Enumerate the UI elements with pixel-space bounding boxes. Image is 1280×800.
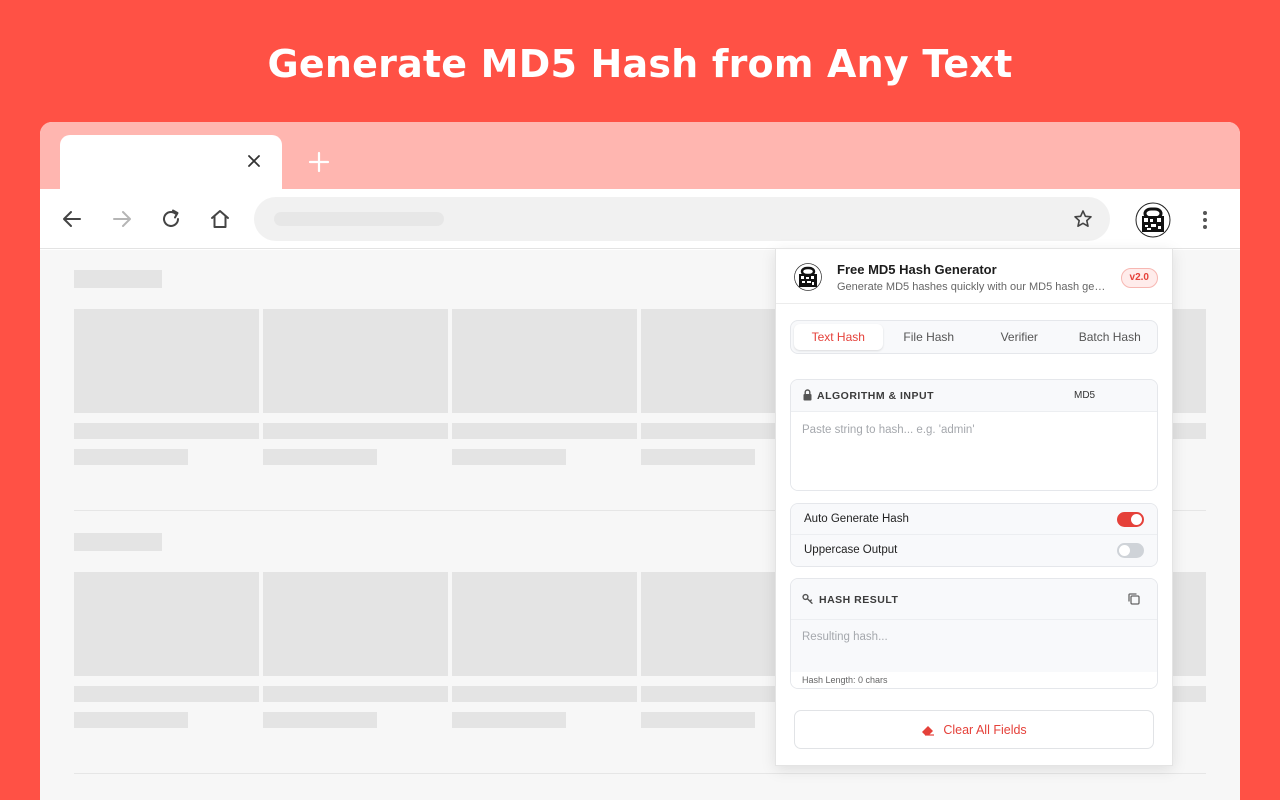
auto-generate-toggle[interactable] [1117, 512, 1144, 527]
skeleton-card [263, 309, 448, 413]
extension-icon[interactable] [1135, 202, 1171, 238]
lock-icon [803, 389, 812, 401]
skeleton-line [74, 686, 259, 702]
clear-all-label: Clear All Fields [943, 722, 1027, 737]
reload-icon[interactable] [157, 205, 185, 233]
result-card-header: HASH RESULT [791, 579, 1157, 620]
popup-header: Free MD5 Hash Generator Generate MD5 has… [776, 249, 1172, 304]
hash-result-output[interactable]: Resulting hash... [791, 620, 1157, 672]
headline: Generate MD5 Hash from Any Text [267, 42, 1013, 86]
skeleton-card [452, 309, 637, 413]
skeleton-line [74, 423, 259, 439]
tab-text-hash[interactable]: Text Hash [794, 324, 883, 350]
algorithm-select[interactable]: MD5 [1074, 390, 1095, 401]
skeleton-card [263, 572, 448, 676]
skeleton-line [263, 712, 377, 728]
input-card-header: ALGORITHM & INPUT MD5 [791, 380, 1157, 412]
tab-file-hash[interactable]: File Hash [885, 324, 974, 350]
extension-popup: Free MD5 Hash Generator Generate MD5 has… [775, 248, 1173, 766]
option-auto-generate: Auto Generate Hash [791, 504, 1157, 535]
skeleton-line [641, 712, 755, 728]
uppercase-toggle[interactable] [1117, 543, 1144, 558]
key-icon [802, 593, 813, 604]
skeleton-heading [74, 270, 162, 288]
input-card: ALGORITHM & INPUT MD5 [790, 379, 1158, 491]
section-divider [74, 773, 1206, 774]
skeleton-card [452, 572, 637, 676]
version-badge: v2.0 [1120, 268, 1158, 288]
skeleton-line [452, 423, 637, 439]
skeleton-line [1173, 423, 1206, 439]
browser-tab[interactable] [60, 135, 282, 189]
copy-icon[interactable] [1127, 592, 1141, 606]
hash-length: Hash Length: 0 chars [791, 672, 1157, 688]
skeleton-line [263, 449, 377, 465]
skeleton-card [1173, 309, 1206, 413]
result-card: HASH RESULT Resulting hash... Hash Lengt… [790, 578, 1158, 689]
skeleton-line [452, 686, 637, 702]
popup-subtitle: Generate MD5 hashes quickly with our MD5… [837, 281, 1107, 293]
star-icon[interactable] [1072, 208, 1094, 230]
skeleton-line [452, 712, 566, 728]
kebab-menu-icon[interactable] [1195, 206, 1215, 234]
browser-window: Free MD5 Hash Generator Generate MD5 has… [40, 122, 1240, 800]
close-icon[interactable] [244, 151, 264, 171]
input-card-label: ALGORITHM & INPUT [817, 390, 934, 402]
forward-arrow-icon[interactable] [108, 205, 136, 233]
address-bar[interactable] [254, 197, 1110, 241]
option-uppercase: Uppercase Output [791, 535, 1157, 566]
result-card-label: HASH RESULT [819, 594, 899, 606]
skeleton-line [74, 449, 188, 465]
skeleton-card [74, 309, 259, 413]
tab-verifier[interactable]: Verifier [975, 324, 1064, 350]
skeleton-heading [74, 533, 162, 551]
skeleton-line [263, 686, 448, 702]
skeleton-card [1173, 572, 1206, 676]
skeleton-line [1173, 686, 1206, 702]
popup-title: Free MD5 Hash Generator [837, 262, 997, 277]
browser-toolbar [40, 189, 1240, 249]
option-label: Auto Generate Hash [804, 513, 909, 525]
plus-icon[interactable] [306, 149, 332, 175]
skeleton-line [641, 449, 755, 465]
option-label: Uppercase Output [804, 544, 898, 556]
eraser-icon [922, 725, 935, 736]
skeleton-line [263, 423, 448, 439]
url-placeholder [274, 212, 444, 226]
tab-batch-hash[interactable]: Batch Hash [1066, 324, 1155, 350]
home-icon[interactable] [206, 205, 234, 233]
back-arrow-icon[interactable] [58, 205, 86, 233]
tab-strip [40, 122, 1240, 189]
lock-logo-icon [794, 263, 822, 291]
mode-tabs: Text Hash File Hash Verifier Batch Hash [790, 320, 1158, 354]
skeleton-line [74, 712, 188, 728]
skeleton-card [74, 572, 259, 676]
options-card: Auto Generate Hash Uppercase Output [790, 503, 1158, 567]
text-input[interactable] [791, 412, 1157, 490]
clear-all-button[interactable]: Clear All Fields [794, 710, 1154, 749]
skeleton-line [452, 449, 566, 465]
